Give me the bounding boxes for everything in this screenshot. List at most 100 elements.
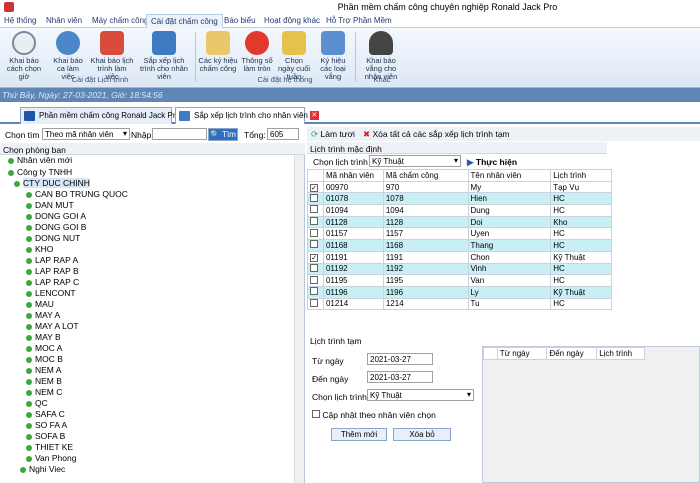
tree-node-department[interactable]: KHO [26,244,53,254]
ribbon-khai-bao-cach-chon-gio[interactable]: Khai báo cách chọn giờ [2,31,46,81]
row-checkbox[interactable] [307,285,324,299]
row-checkbox[interactable] [307,274,324,287]
checkbox-icon [310,263,318,272]
tab-main[interactable]: Phần mềm chấm công Ronald Jack Pro✕ [20,107,191,124]
col-header[interactable]: Lịch trình [596,347,645,360]
table-row[interactable]: 01128 1128 Doi Kho [307,215,612,229]
menu-may-cham-cong[interactable]: Máy chấm công [92,16,148,25]
search-mode-select[interactable]: Theo mã nhân viên [42,128,130,140]
tree-node-department[interactable]: DAN MUT [26,200,74,210]
tree-node-department[interactable]: NEM C [26,387,62,397]
tree-node-department[interactable]: THIET KE [26,442,73,452]
row-checkbox[interactable] [307,215,324,229]
row-checkbox[interactable] [307,192,324,206]
tree-node-department[interactable]: CAN BO TRUNG QUOC [26,189,128,199]
current-datetime: Thứ Bảy, Ngày: 27-03-2021, Giờ: 18:54:56 [2,90,163,100]
tree-node-department[interactable]: DONG NUT [26,233,80,243]
close-icon[interactable]: ✕ [309,111,319,121]
tree-node-department[interactable]: DONG GOI B [26,222,86,232]
tree-node-department[interactable]: SO FA A [26,420,67,430]
tree-node-department[interactable]: SAFA C [26,409,65,419]
tree-node-department[interactable]: MOC A [26,343,62,353]
tree-node-department[interactable]: SOFA B [26,431,65,441]
row-checkbox[interactable] [307,204,324,217]
menu-nhan-vien[interactable]: Nhân viên [46,16,82,25]
table-row[interactable]: ✓ 01191 1191 Chon Kỹ Thuật [307,250,612,264]
menu-hoat-dong-khac[interactable]: Hoạt động khác [264,16,320,25]
from-date-input[interactable]: 2021-03-27 [367,353,433,365]
table-row[interactable]: 01157 1157 Uyen HC [307,227,612,241]
search-input[interactable] [152,128,207,140]
tree-node-department[interactable]: Van Phong [26,453,76,463]
search-button[interactable]: 🔍 Tìm [208,128,238,141]
tree-node-department[interactable]: LAP RAP C [26,277,79,287]
temp-schedule-select[interactable]: Kỹ Thuật [367,389,474,401]
col-header[interactable]: Mã chấm công [382,169,469,182]
tree-node-department[interactable]: LENCONT [26,288,76,298]
tree-node-department[interactable]: QC [26,398,48,408]
menu-bao-bieu[interactable]: Báo biểu [224,16,256,25]
ribbon-khai-bao-lich-trinh[interactable]: Khai báo lịch trình làm việc [90,31,134,81]
tree-node-department[interactable]: NEM A [26,365,61,375]
add-button[interactable]: Thêm mới [331,428,387,441]
menu-he-thong[interactable]: Hệ thống [4,16,36,25]
tree-node-department[interactable]: LAP RAP A [26,255,78,265]
cell-emp: 01196 [322,285,384,299]
tree-node-department[interactable]: MAY A LOT [26,321,79,331]
tab-sap-xep-lich-trinh[interactable]: Sắp xếp lịch trình cho nhân viên ✕ [175,107,319,124]
table-row[interactable]: 01192 1192 Vinh HC [307,262,612,276]
ribbon-ky-hieu-cac-loai-vang[interactable]: Ký hiệu các loại vắng [314,31,352,81]
tree-node[interactable]: Nhân viên mới [8,155,72,165]
node-icon [26,224,32,231]
tree-node-department[interactable]: MOC B [26,354,63,364]
menu-ho-tro[interactable]: Hỗ Trợ Phần Mềm [326,16,392,25]
tree-node-department[interactable]: MAY A [26,310,60,320]
table-row[interactable]: 01196 1196 Ly Kỹ Thuật [307,285,612,299]
ribbon-khai-bao-ca[interactable]: Khai báo ca làm việc [50,31,86,81]
symbols-icon [206,31,230,55]
delete-button[interactable]: Xóa bỏ [393,428,451,441]
tree-node-company[interactable]: CTY DUC CHINH [14,178,90,188]
row-checkbox[interactable] [307,297,324,311]
row-checkbox[interactable]: ✓ [307,250,324,264]
table-row[interactable]: 01078 1078 Hien HC [307,192,612,206]
table-row[interactable]: 01195 1195 Van HC [307,274,612,287]
document-tabs: Phần mềm chấm công Ronald Jack Pro✕ Sắp … [0,102,700,124]
row-checkbox[interactable] [307,262,324,276]
col-header[interactable]: Tên nhân viên [467,169,552,182]
table-row[interactable]: 01214 1214 Tu HC [307,297,612,311]
tree-node-department[interactable]: NEM B [26,376,62,386]
tree-node-department[interactable]: DONG GOI A [26,211,86,221]
execute-button[interactable]: ▶ Thực hiện [467,157,517,168]
row-checkbox[interactable]: ✓ [307,180,324,194]
table-row[interactable]: 01094 1094 Dung HC [307,204,612,217]
cell-sched: Kho [550,215,612,229]
schedule-select[interactable]: Kỹ Thuật [369,155,461,167]
col-header[interactable]: Lịch trình [550,169,612,182]
update-checkbox[interactable]: Cập nhật theo nhân viên chọn [312,410,436,420]
table-row[interactable]: ✓ 00970 970 My Tạp Vụ [307,180,612,194]
delete-all-temp-button[interactable]: ✖ Xóa tất cả các sắp xếp lịch trình tạm [363,129,510,140]
tree-node[interactable]: Công ty TNHH [8,167,72,177]
ribbon-sap-xep-lich-trinh[interactable]: Sắp xếp lịch trình cho nhân viên [138,31,190,81]
row-checkbox[interactable] [307,227,324,241]
cell-name: Ly [467,285,552,299]
col-header[interactable]: Mã nhân viên [322,169,384,182]
ribbon-thong-so-lam-tron[interactable]: Thông số làm tròn [240,31,274,73]
tree-scrollbar[interactable] [294,155,304,483]
tree-node-department[interactable]: LAP RAP B [26,266,79,276]
menu-cai-dat-cham-cong[interactable]: Cài đặt chấm công [146,14,223,29]
checkbox-icon: ✓ [310,183,318,192]
tree-node[interactable]: Nghi Viec [20,464,65,474]
refresh-button[interactable]: ⟳ Làm tươi [311,129,355,140]
col-header[interactable]: Đến ngày [546,347,598,360]
to-date-input[interactable]: 2021-03-27 [367,371,433,383]
tree-node-department[interactable]: MAY B [26,332,61,342]
ribbon-chon-ngay-cuoi-tuan[interactable]: Chọn ngày cuối tuần [276,31,312,81]
tree-node-department[interactable]: MAU [26,299,54,309]
table-row[interactable]: 01168 1168 Thang HC [307,239,612,252]
ribbon-khai-bao-vang[interactable]: Khai báo vắng cho nhân viên [358,31,404,81]
ribbon-cac-ky-hieu[interactable]: Các ký hiệu chấm công [198,31,238,73]
row-checkbox[interactable] [307,239,324,252]
col-header[interactable]: Từ ngày [496,347,548,360]
